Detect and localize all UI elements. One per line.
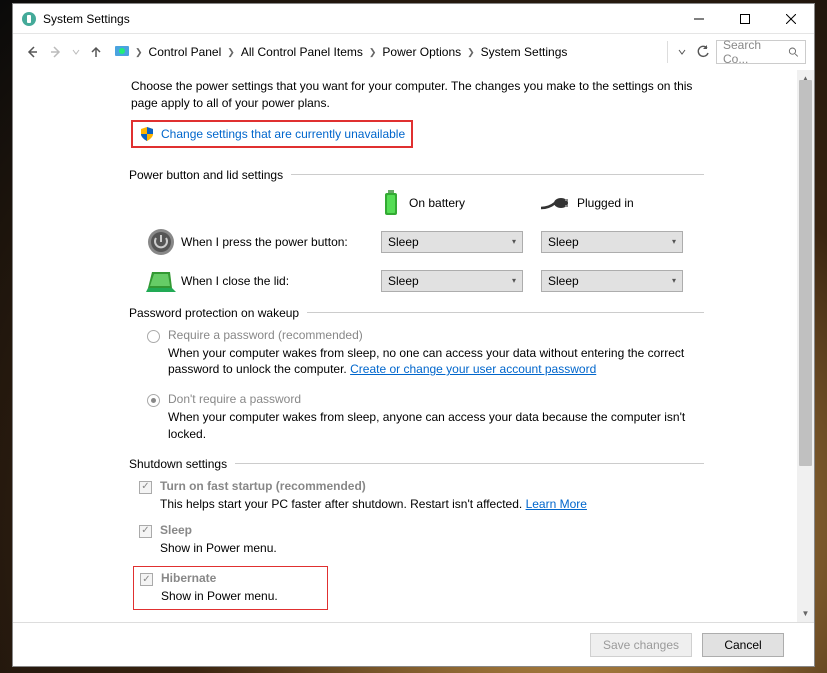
nav-recent-dropdown[interactable] xyxy=(69,41,83,63)
search-icon xyxy=(788,46,799,58)
hibernate-highlight: Hibernate Show in Power menu. xyxy=(133,566,328,610)
section-header-shutdown: Shutdown settings xyxy=(129,457,227,471)
search-placeholder: Search Co... xyxy=(723,38,782,66)
lid-plugged-select[interactable]: Sleep ▾ xyxy=(541,270,683,292)
fast-startup-checkbox xyxy=(139,481,152,494)
app-icon xyxy=(21,11,37,27)
chevron-down-icon: ▾ xyxy=(512,276,516,285)
require-password-desc: When your computer wakes from sleep, no … xyxy=(168,345,704,379)
dont-require-password-radio xyxy=(147,394,160,407)
power-button-plugged-select[interactable]: Sleep ▾ xyxy=(541,231,683,253)
breadcrumb-item[interactable]: System Settings xyxy=(479,45,570,59)
section-header-password: Password protection on wakeup xyxy=(129,306,299,320)
chevron-right-icon: ❯ xyxy=(369,47,377,58)
chevron-down-icon: ▾ xyxy=(672,237,676,246)
control-panel-icon xyxy=(113,43,131,61)
dont-require-password-desc: When your computer wakes from sleep, any… xyxy=(168,409,704,443)
nav-up-button[interactable] xyxy=(85,41,107,63)
learn-more-link[interactable]: Learn More xyxy=(526,497,587,511)
battery-icon xyxy=(381,190,401,216)
search-input[interactable]: Search Co... xyxy=(716,40,806,64)
require-password-radio xyxy=(147,330,160,343)
chevron-right-icon: ❯ xyxy=(467,47,475,58)
cancel-button[interactable]: Cancel xyxy=(702,633,784,657)
breadcrumb-item[interactable]: All Control Panel Items xyxy=(239,45,365,59)
titlebar: System Settings xyxy=(13,4,814,34)
chevron-right-icon: ❯ xyxy=(135,47,143,58)
hibernate-checkbox xyxy=(140,573,153,586)
breadcrumb-item[interactable]: Control Panel xyxy=(147,45,224,59)
sleep-checkbox xyxy=(139,525,152,538)
dont-require-password-label: Don't require a password xyxy=(168,392,301,406)
close-button[interactable] xyxy=(768,4,814,34)
change-settings-link-highlight: Change settings that are currently unava… xyxy=(131,120,413,148)
breadcrumb-item[interactable]: Power Options xyxy=(380,45,463,59)
navbar: ❯ Control Panel ❯ All Control Panel Item… xyxy=(13,34,814,70)
breadcrumb[interactable]: ❯ Control Panel ❯ All Control Panel Item… xyxy=(109,40,665,64)
nav-forward-button[interactable] xyxy=(45,41,67,63)
lid-icon xyxy=(146,270,176,292)
hibernate-label: Hibernate xyxy=(161,571,216,585)
breadcrumb-dropdown[interactable] xyxy=(674,41,690,63)
vertical-scrollbar[interactable]: ▲ ▼ xyxy=(797,70,814,622)
require-password-label: Require a password (recommended) xyxy=(168,328,363,342)
settings-window: System Settings ❯ xyxy=(12,3,815,667)
change-settings-link[interactable]: Change settings that are currently unava… xyxy=(161,127,405,141)
close-lid-row-label: When I close the lid: xyxy=(181,274,381,288)
sleep-label: Sleep xyxy=(160,523,192,537)
scroll-down-button[interactable]: ▼ xyxy=(797,605,814,622)
chevron-down-icon: ▾ xyxy=(672,276,676,285)
intro-text: Choose the power settings that you want … xyxy=(131,78,704,112)
refresh-button[interactable] xyxy=(692,41,714,63)
chevron-right-icon: ❯ xyxy=(227,47,235,58)
power-button-icon xyxy=(147,228,175,256)
power-button-row-label: When I press the power button: xyxy=(181,235,381,249)
on-battery-label: On battery xyxy=(409,196,465,210)
footer: Save changes Cancel xyxy=(13,622,814,666)
fast-startup-label: Turn on fast startup (recommended) xyxy=(160,479,366,493)
scrollbar-thumb[interactable] xyxy=(799,80,812,466)
plug-icon xyxy=(541,196,569,210)
create-password-link[interactable]: Create or change your user account passw… xyxy=(350,362,596,376)
content-area: Choose the power settings that you want … xyxy=(13,70,814,618)
nav-back-button[interactable] xyxy=(21,41,43,63)
fast-startup-desc: This helps start your PC faster after sh… xyxy=(160,496,704,513)
maximize-button[interactable] xyxy=(722,4,768,34)
uac-shield-icon xyxy=(139,126,155,142)
minimize-button[interactable] xyxy=(676,4,722,34)
chevron-down-icon: ▾ xyxy=(512,237,516,246)
lid-battery-select[interactable]: Sleep ▾ xyxy=(381,270,523,292)
hibernate-desc: Show in Power menu. xyxy=(161,588,321,605)
power-button-battery-select[interactable]: Sleep ▾ xyxy=(381,231,523,253)
section-header-power-lid: Power button and lid settings xyxy=(129,168,283,182)
sleep-desc: Show in Power menu. xyxy=(160,540,704,557)
save-changes-button: Save changes xyxy=(590,633,692,657)
window-title: System Settings xyxy=(43,12,130,26)
divider xyxy=(235,463,704,464)
divider xyxy=(307,312,704,313)
plugged-in-label: Plugged in xyxy=(577,196,634,210)
divider xyxy=(291,174,704,175)
